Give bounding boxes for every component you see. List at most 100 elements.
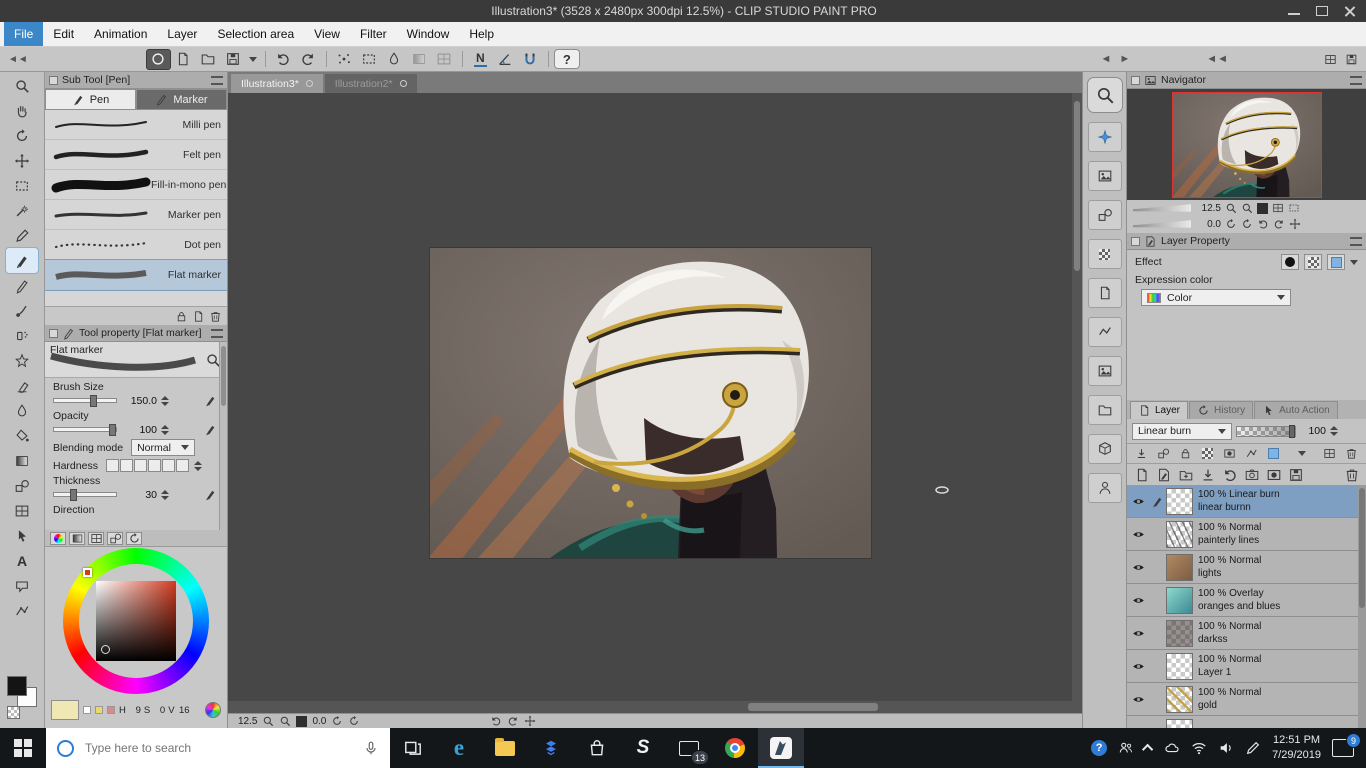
menu-help[interactable]: Help [459,22,504,46]
chrome-icon[interactable] [712,728,758,768]
close-icon[interactable] [1344,6,1356,16]
canvas-viewport[interactable] [228,93,1082,701]
reference-layer-icon[interactable] [1154,446,1173,462]
panel-menu-icon[interactable] [1350,236,1362,246]
opacity-slider[interactable] [53,424,117,436]
sub-tool-item[interactable]: Dot pen [45,230,227,260]
layer-visibility-eye-icon[interactable] [1127,495,1149,508]
sub-tool-item[interactable]: Milli pen [45,110,227,140]
zoom-out-icon[interactable] [1225,202,1237,214]
document-tab-active[interactable]: Illustration3* [231,74,323,93]
tool-decoration[interactable] [6,348,38,373]
blend-drop-button[interactable] [382,49,407,70]
main-color-swatch[interactable] [7,676,27,696]
document-tab-inactive[interactable]: Illustration2* [324,74,417,93]
hue-marker[interactable] [83,568,92,577]
artwork-canvas[interactable] [430,248,871,558]
layer-visibility-eye-icon[interactable] [1127,561,1149,574]
thickness-slider[interactable] [53,489,117,501]
fit-width-icon[interactable] [1288,202,1300,214]
navigator-rotate-slider[interactable] [1133,220,1191,228]
recent-color-swatch[interactable] [51,700,79,720]
tool-frame-border[interactable] [6,498,38,523]
navigator-preview[interactable] [1127,89,1366,200]
clip-to-layer-below-icon[interactable] [1132,446,1151,462]
thickness-stepper[interactable] [161,489,169,500]
people-tray-icon[interactable] [1118,740,1134,756]
snap-angle-button[interactable] [493,49,518,70]
toolbar-collapse-arrows[interactable]: ◄◄ [0,54,36,65]
layer-list-scrollbar[interactable] [1358,485,1366,728]
tool-selection[interactable] [6,173,38,198]
pose-material-button[interactable] [1087,473,1122,503]
panel-menu-icon[interactable] [1350,75,1362,85]
hidden-icons-chevron[interactable] [1141,743,1154,756]
layer-opacity-slider[interactable] [1236,424,1296,438]
taskbar-clock[interactable]: 12:51 PM 7/29/2019 [1272,733,1321,763]
color-set-tab[interactable] [88,531,104,545]
layer-color-effect-button[interactable] [1327,254,1345,270]
tool-eraser[interactable] [6,373,38,398]
image-material-button[interactable] [1087,356,1122,386]
s-app-icon[interactable]: S [620,728,666,768]
new-vector-layer-icon[interactable] [1154,467,1173,483]
color-chip[interactable] [95,706,103,714]
layer-row[interactable]: 100 % Normal lights [1127,551,1366,584]
pen-pressure-icon[interactable] [204,423,217,436]
panel-dock-icon[interactable] [1345,53,1358,66]
delete-subtool-icon[interactable] [209,310,222,323]
undo-button[interactable] [271,49,296,70]
tool-brush[interactable] [6,298,38,323]
fit-screen-icon[interactable] [1272,202,1284,214]
menu-window[interactable]: Window [397,22,460,46]
effect-dropdown-caret[interactable] [1350,259,1358,265]
panel-grip-icon[interactable] [1131,236,1140,246]
color-slider-tab[interactable] [69,531,85,545]
sub-tool-item[interactable]: Felt pen [45,140,227,170]
snap-magnet-button[interactable] [518,49,543,70]
tool-fill[interactable] [6,423,38,448]
rotate-right-icon[interactable] [1241,218,1253,230]
opacity-value[interactable]: 100 [121,424,157,436]
menu-edit[interactable]: Edit [43,22,84,46]
reset-rotation-icon[interactable] [1289,218,1301,230]
palette-options-icon[interactable] [1342,446,1361,462]
onedrive-icon[interactable] [1164,740,1180,756]
tool-operation[interactable] [6,523,38,548]
deselect-button[interactable] [357,49,382,70]
layer-row[interactable]: 100 % Normal painterly lines [1127,518,1366,551]
snapshot-icon[interactable] [1242,467,1261,483]
brush-size-slider[interactable] [53,395,117,407]
set-as-ruler-icon[interactable] [1242,446,1261,462]
panel-menu-icon[interactable] [211,328,223,338]
tone-effect-button[interactable] [1304,254,1322,270]
expression-color-dropdown[interactable]: Color [1141,289,1291,306]
flip-vertical-icon[interactable] [1273,218,1285,230]
thickness-value[interactable]: 30 [121,489,157,501]
tool-text[interactable]: A [6,548,38,573]
enable-mask-icon[interactable] [1220,446,1239,462]
tool-pencil[interactable] [6,273,38,298]
flip-horizontal-icon[interactable] [490,715,502,727]
lock-icon[interactable] [175,310,188,323]
panel-collapse-icon[interactable]: ◄◄ [1206,53,1228,65]
windows-ink-icon[interactable] [1245,740,1261,756]
menu-selection-area[interactable]: Selection area [207,22,304,46]
menu-view[interactable]: View [304,22,350,46]
tool-gradient[interactable] [6,448,38,473]
microsoft-store-icon[interactable] [574,728,620,768]
zoom-in-icon[interactable] [1241,202,1253,214]
monochrome-pattern-button[interactable] [1087,278,1122,308]
reset-view-icon[interactable] [507,715,519,727]
material-star-button[interactable] [1087,122,1122,152]
app-logo-button[interactable] [145,48,171,70]
3d-material-button[interactable] [1087,434,1122,464]
start-button[interactable] [0,728,46,768]
snap-ruler-button[interactable]: N [468,49,493,70]
hue-ring[interactable] [63,548,209,694]
new-file-button[interactable] [171,49,196,70]
rotate-left-icon[interactable] [1225,218,1237,230]
action-center-icon[interactable]: 9 [1332,733,1361,757]
canvas-vertical-scrollbar[interactable] [1072,93,1082,701]
menu-filter[interactable]: Filter [350,22,397,46]
